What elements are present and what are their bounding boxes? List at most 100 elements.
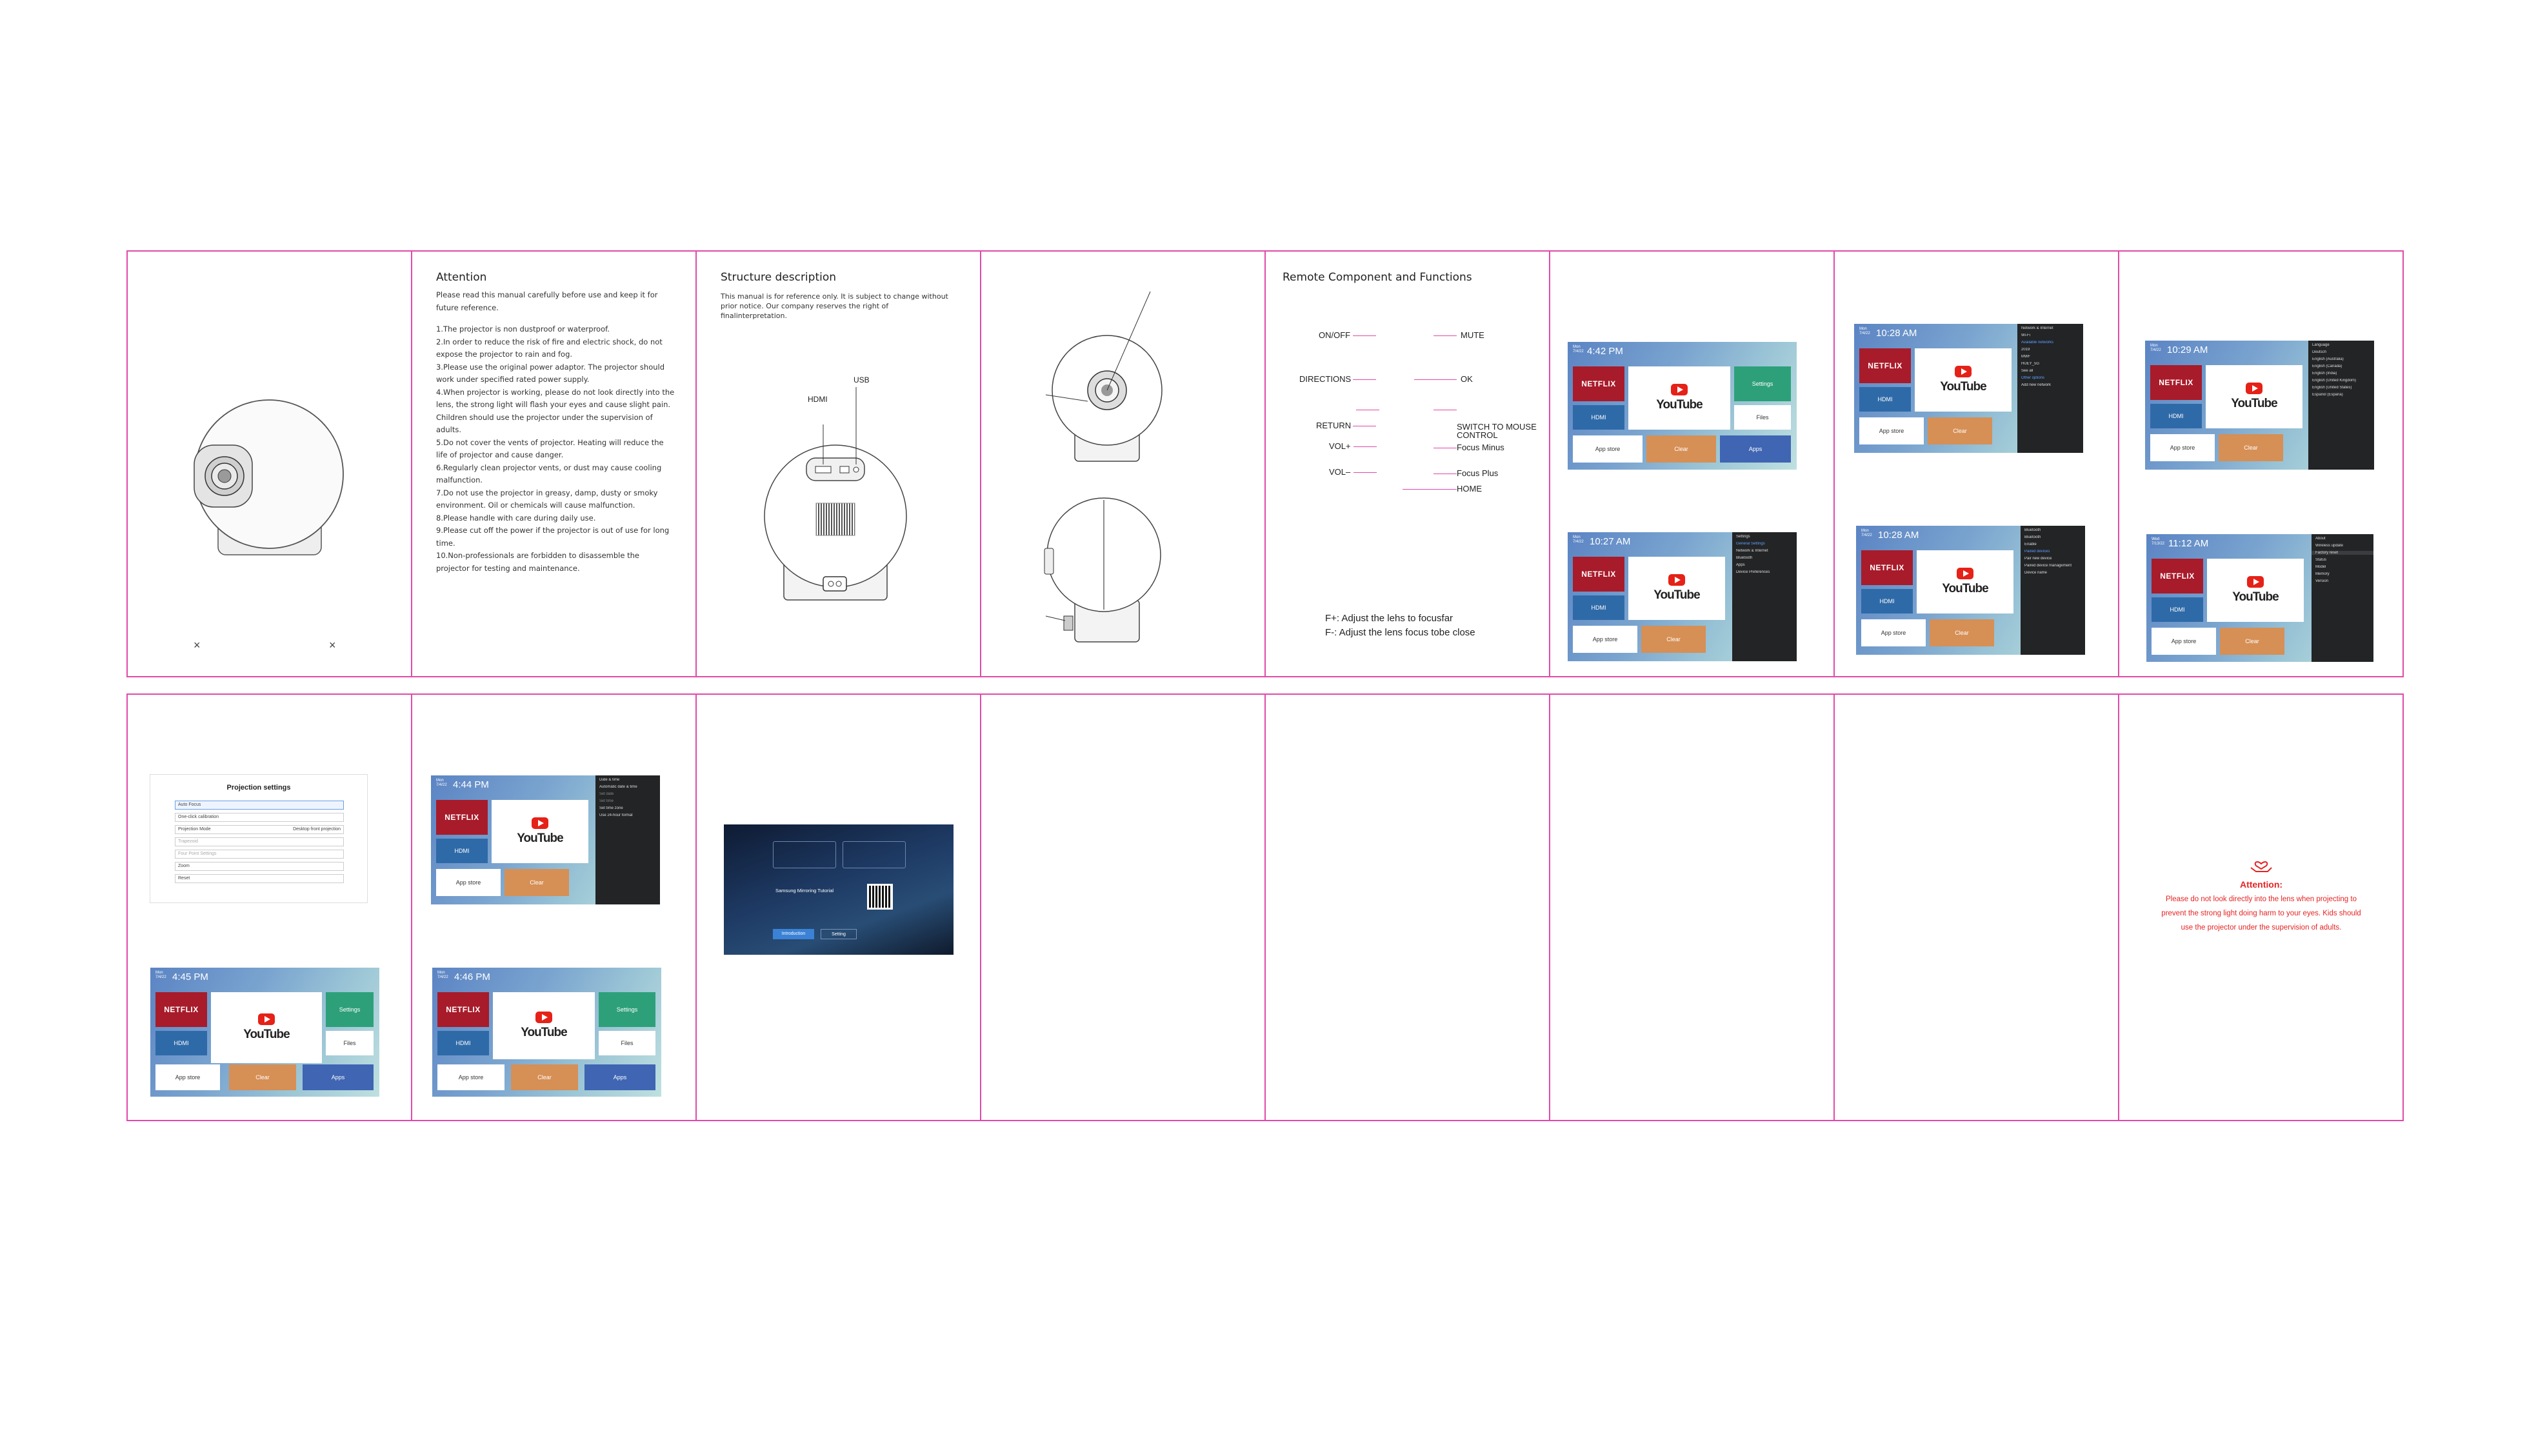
network-item[interactable]: MWF xyxy=(2021,355,2079,359)
netflix-tile[interactable]: NETFLIX xyxy=(1573,366,1624,401)
language-item[interactable]: English (Australia) xyxy=(2312,357,2370,361)
hdmi-tile[interactable]: HDMI xyxy=(2152,597,2203,622)
clear-tile[interactable]: Clear xyxy=(2219,434,2283,461)
apps-tile[interactable]: Apps xyxy=(584,1064,655,1090)
files-tile[interactable]: Files xyxy=(1734,405,1791,430)
language-item[interactable]: English (India) xyxy=(2312,372,2370,375)
about-item[interactable]: Factory reset xyxy=(2312,551,2373,555)
remote-panel: Remote Component and Functions ON/OFF DI… xyxy=(1266,252,1549,676)
projection-row[interactable]: Auto Focus xyxy=(175,801,344,810)
clear-tile[interactable]: Clear xyxy=(504,869,569,896)
clear-tile[interactable]: Clear xyxy=(2220,628,2284,655)
settings-tile[interactable]: Settings xyxy=(599,992,655,1027)
about-item[interactable]: Wireless update xyxy=(2315,544,2370,548)
hdmi-tile[interactable]: HDMI xyxy=(1573,405,1624,430)
files-tile[interactable]: Files xyxy=(599,1031,655,1055)
device-management-item[interactable]: Paired device management xyxy=(2024,564,2081,568)
device-name-item[interactable]: Device name xyxy=(2024,571,2081,575)
youtube-tile[interactable]: YouTube xyxy=(1915,348,2012,412)
appstore-tile[interactable]: App store xyxy=(1861,619,1926,646)
appstore-tile[interactable]: App store xyxy=(436,869,501,896)
appstore-tile[interactable]: App store xyxy=(155,1064,220,1090)
leader-line xyxy=(1353,446,1377,447)
apps-tile[interactable]: Apps xyxy=(1720,435,1791,463)
attention-title: Attention xyxy=(436,271,487,284)
datetime-item[interactable]: Set time xyxy=(599,799,656,803)
youtube-tile[interactable]: YouTube xyxy=(1917,550,2013,613)
youtube-tile[interactable]: YouTube xyxy=(493,992,595,1059)
hdmi-tile[interactable]: HDMI xyxy=(1861,589,1913,613)
language-item[interactable]: Español (España) xyxy=(2312,393,2370,397)
appstore-tile[interactable]: App store xyxy=(2150,434,2215,461)
see-all-link[interactable]: See all xyxy=(2021,369,2079,373)
settings-item[interactable]: Network & Internet xyxy=(1736,549,1793,553)
settings-item[interactable]: Device Preferences xyxy=(1736,570,1793,574)
intro-button[interactable]: Introduction xyxy=(773,929,814,939)
clear-tile[interactable]: Clear xyxy=(1930,619,1994,646)
language-item[interactable]: Deutsch xyxy=(2312,350,2370,354)
structure-panel: Structure description This manual is for… xyxy=(697,252,980,676)
wifi-toggle[interactable]: Wi-Fi xyxy=(2021,334,2079,337)
files-tile[interactable]: Files xyxy=(326,1031,374,1055)
projection-row[interactable]: Reset xyxy=(175,874,344,883)
youtube-label: YouTube xyxy=(1653,588,1700,602)
youtube-tile[interactable]: YouTube xyxy=(2207,559,2304,622)
appstore-tile[interactable]: App store xyxy=(437,1064,504,1090)
clear-tile[interactable]: Clear xyxy=(1646,435,1716,463)
language-item[interactable]: English (United Kingdom) xyxy=(2312,379,2370,383)
netflix-tile[interactable]: NETFLIX xyxy=(1573,557,1624,592)
projection-row[interactable]: Trapezoid xyxy=(175,837,344,846)
clear-tile[interactable]: Clear xyxy=(229,1064,296,1090)
about-item[interactable]: Status xyxy=(2315,558,2370,562)
youtube-tile[interactable]: YouTube xyxy=(211,992,322,1063)
youtube-tile[interactable]: YouTube xyxy=(2206,365,2302,428)
clear-tile[interactable]: Clear xyxy=(1928,417,1992,444)
hdmi-tile[interactable]: HDMI xyxy=(155,1031,207,1055)
hdmi-tile[interactable]: HDMI xyxy=(2150,404,2202,428)
network-item[interactable]: HUEY_5G xyxy=(2021,362,2079,366)
projection-row[interactable]: Projection Mode Desktop front projection xyxy=(175,825,344,834)
netflix-tile[interactable]: NETFLIX xyxy=(1861,550,1913,585)
appstore-tile[interactable]: App store xyxy=(1573,435,1643,463)
language-item[interactable]: English (Canada) xyxy=(2312,364,2370,368)
datetime-item[interactable]: Automatic date & time xyxy=(599,785,656,789)
clear-tile[interactable]: Clear xyxy=(1641,626,1706,653)
network-item[interactable]: 2019 xyxy=(2021,348,2079,352)
setting-button[interactable]: Setting xyxy=(821,929,857,939)
datetime-item[interactable]: Use 24-hour format xyxy=(599,813,656,817)
youtube-tile[interactable]: YouTube xyxy=(1628,557,1725,620)
settings-screen: Mon 7/4/22 10:27 AM NETFLIX HDMI YouTube … xyxy=(1568,532,1797,661)
appstore-tile[interactable]: App store xyxy=(1573,626,1637,653)
hdmi-tile[interactable]: HDMI xyxy=(1573,595,1624,620)
netflix-tile[interactable]: NETFLIX xyxy=(2150,365,2202,400)
settings-tile[interactable]: Settings xyxy=(326,992,374,1027)
apps-tile[interactable]: Apps xyxy=(303,1064,374,1090)
netflix-tile[interactable]: NETFLIX xyxy=(155,992,207,1027)
pair-device-item[interactable]: Pair new device xyxy=(2024,557,2081,561)
projection-row[interactable]: One-click calibration xyxy=(175,813,344,822)
clear-tile[interactable]: Clear xyxy=(511,1064,578,1090)
settings-item[interactable]: Apps xyxy=(1736,563,1793,567)
datetime-item[interactable]: Set time zone xyxy=(599,806,656,810)
appstore-tile[interactable]: App store xyxy=(2152,628,2216,655)
hdmi-tile[interactable]: HDMI xyxy=(436,839,488,863)
hdmi-tile[interactable]: HDMI xyxy=(1859,387,1911,412)
remote-note: F+: Adjust the lehs to focusfar xyxy=(1325,613,1453,624)
bluetooth-toggle[interactable]: Bluetooth xyxy=(2024,535,2081,539)
hdmi-tile[interactable]: HDMI xyxy=(437,1031,489,1055)
projection-row[interactable]: Zoom xyxy=(175,862,344,871)
netflix-tile[interactable]: NETFLIX xyxy=(2152,559,2203,593)
settings-item[interactable]: Bluetooth xyxy=(1736,556,1793,560)
appstore-tile[interactable]: App store xyxy=(1859,417,1924,444)
netflix-tile[interactable]: NETFLIX xyxy=(437,992,489,1027)
youtube-tile[interactable]: YouTube xyxy=(492,800,588,863)
language-item[interactable]: English (United States) xyxy=(2312,386,2370,390)
netflix-tile[interactable]: NETFLIX xyxy=(436,800,488,835)
settings-tile[interactable]: Settings xyxy=(1734,366,1791,401)
netflix-tile[interactable]: NETFLIX xyxy=(1859,348,1911,383)
leader-line xyxy=(1353,379,1376,380)
add-network-item[interactable]: Add new network xyxy=(2021,383,2079,387)
projection-row[interactable]: Four Point Settings xyxy=(175,850,344,859)
youtube-tile[interactable]: YouTube xyxy=(1628,366,1730,430)
datetime-item[interactable]: Set date xyxy=(599,792,656,796)
